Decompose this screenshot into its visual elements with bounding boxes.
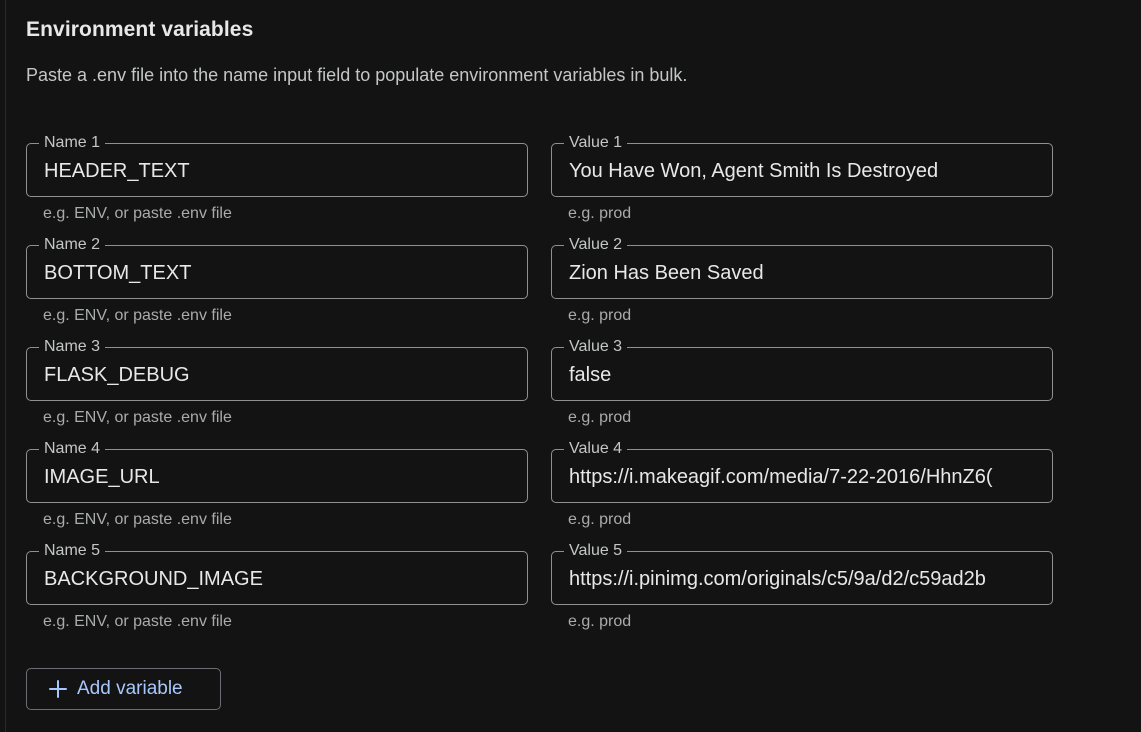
value-input[interactable] (569, 363, 1050, 387)
name-field-label: Name 4 (39, 440, 106, 458)
value-field[interactable]: Value 1 (551, 134, 1053, 197)
section-title: Environment variables (26, 18, 254, 41)
variable-row: Name 5 e.g. ENV, or paste .env file Valu… (26, 542, 1056, 644)
panel-divider (5, 0, 6, 732)
name-input[interactable] (44, 261, 525, 285)
value-input[interactable] (569, 567, 1050, 591)
name-field[interactable]: Name 4 (26, 440, 528, 503)
value-hint: e.g. prod (568, 613, 632, 630)
variable-row: Name 4 e.g. ENV, or paste .env file Valu… (26, 440, 1056, 542)
value-hint: e.g. prod (568, 205, 632, 222)
name-input[interactable] (44, 363, 525, 387)
section-description: Paste a .env file into the name input fi… (26, 65, 688, 85)
value-input[interactable] (569, 159, 1050, 183)
name-field[interactable]: Name 1 (26, 134, 528, 197)
value-hint: e.g. prod (568, 409, 632, 426)
name-hint: e.g. ENV, or paste .env file (43, 409, 232, 426)
value-field[interactable]: Value 2 (551, 236, 1053, 299)
value-field-label: Value 4 (564, 440, 628, 458)
name-field-label: Name 3 (39, 338, 106, 356)
value-field[interactable]: Value 5 (551, 542, 1053, 605)
value-field[interactable]: Value 4 (551, 440, 1053, 503)
value-hint: e.g. prod (568, 307, 632, 324)
name-field-label: Name 5 (39, 542, 106, 560)
variable-row: Name 1 e.g. ENV, or paste .env file Valu… (26, 134, 1056, 236)
value-input[interactable] (569, 465, 1050, 489)
name-hint: e.g. ENV, or paste .env file (43, 613, 232, 630)
name-input[interactable] (44, 465, 525, 489)
value-field-label: Value 5 (564, 542, 628, 560)
env-variables-panel: Environment variables Paste a .env file … (0, 0, 1141, 732)
add-variable-label: Add variable (77, 678, 183, 699)
variable-row: Name 3 e.g. ENV, or paste .env file Valu… (26, 338, 1056, 440)
value-field[interactable]: Value 3 (551, 338, 1053, 401)
value-field-label: Value 3 (564, 338, 628, 356)
name-hint: e.g. ENV, or paste .env file (43, 205, 232, 222)
name-field[interactable]: Name 2 (26, 236, 528, 299)
value-field-label: Value 2 (564, 236, 628, 254)
name-field[interactable]: Name 5 (26, 542, 528, 605)
name-input[interactable] (44, 159, 525, 183)
variable-row: Name 2 e.g. ENV, or paste .env file Valu… (26, 236, 1056, 338)
name-field-label: Name 2 (39, 236, 106, 254)
name-hint: e.g. ENV, or paste .env file (43, 307, 232, 324)
name-input[interactable] (44, 567, 525, 591)
add-variable-button[interactable]: Add variable (26, 668, 221, 710)
value-field-label: Value 1 (564, 134, 628, 152)
name-field-label: Name 1 (39, 134, 106, 152)
name-hint: e.g. ENV, or paste .env file (43, 511, 232, 528)
plus-icon (49, 680, 67, 698)
value-hint: e.g. prod (568, 511, 632, 528)
value-input[interactable] (569, 261, 1050, 285)
variables-list: Name 1 e.g. ENV, or paste .env file Valu… (26, 134, 1056, 644)
name-field[interactable]: Name 3 (26, 338, 528, 401)
